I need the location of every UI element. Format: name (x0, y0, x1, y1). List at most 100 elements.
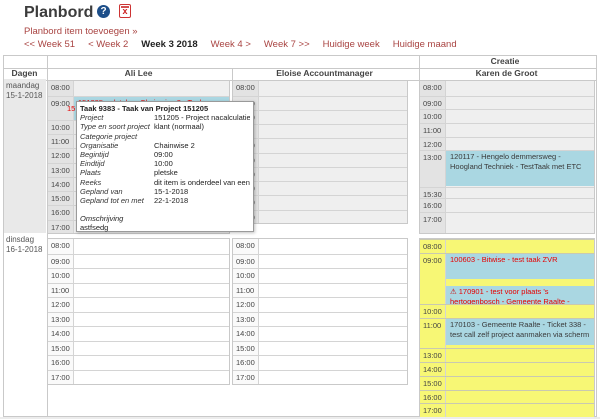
time-slot-row: 15:30 (420, 187, 594, 199)
nav-huidige-maand[interactable]: Huidige maand (393, 39, 457, 50)
schedule-cell[interactable] (74, 284, 229, 297)
time-label: 10:00 (48, 121, 74, 134)
time-slot-row: 11:00 (48, 283, 229, 297)
schedule-cell[interactable] (74, 313, 229, 326)
schedule-cell[interactable] (446, 138, 594, 150)
tooltip-description-label: Omschrijving (80, 214, 124, 224)
schedule-cell[interactable] (259, 182, 407, 195)
schedule-cell[interactable] (74, 239, 229, 254)
time-slot-row: 16:00 (420, 198, 594, 212)
time-label: 16:00 (420, 199, 446, 212)
tooltip-value: dit item is onderdeel van een reeks (154, 177, 250, 187)
excel-export-icon[interactable]: x (119, 4, 131, 18)
time-label: 08:00 (48, 81, 74, 96)
schedule-cell[interactable] (446, 377, 594, 390)
schedule-cell[interactable] (259, 239, 407, 254)
schedule-cell[interactable] (74, 298, 229, 312)
nav-week-back2[interactable]: << Week 51 (24, 39, 75, 50)
schedule-cell[interactable] (446, 81, 594, 96)
schedule-cell[interactable] (446, 97, 594, 109)
schedule-cell[interactable] (74, 255, 229, 268)
schedule-cell[interactable] (74, 371, 229, 384)
time-slot-row: 17:00 (420, 403, 594, 417)
help-icon[interactable]: ? (97, 5, 110, 18)
schedule-cell[interactable] (74, 327, 229, 341)
schedule-cell[interactable] (446, 404, 594, 417)
time-slot-row: 08:00 (420, 81, 594, 96)
time-slot-row: 17:00 (233, 370, 407, 384)
schedule-cell[interactable]: 170103 - Gemeente Raalte - Ticket 338 - … (446, 319, 594, 348)
time-label: 15:00 (48, 342, 74, 355)
schedule-cell[interactable] (259, 196, 407, 210)
event-block[interactable]: ⚠ 170901 - test voor plaats 's hertogenbo… (446, 286, 594, 304)
time-slot-row: 13:00 120117 - Hengelo demmersweg - Hoogl… (420, 150, 594, 187)
schedule-cell[interactable] (259, 111, 407, 124)
schedule-cell[interactable] (446, 124, 594, 137)
schedule-cell[interactable] (446, 240, 594, 253)
time-slot-row: 11:00 (420, 123, 594, 137)
time-label: 10:00 (48, 269, 74, 283)
time-label: 13:00 (420, 349, 446, 362)
schedule-cell[interactable] (259, 255, 407, 268)
schedule-cell[interactable]: 120117 - Hengelo demmersweg - Hoogland T… (446, 151, 594, 187)
week-navigation: << Week 51 < Week 2 Week 3 2018 Week 4 > Wee… (24, 39, 470, 50)
schedule-cell[interactable] (259, 211, 407, 223)
schedule-cell[interactable] (74, 356, 229, 370)
schedule-cell[interactable] (446, 363, 594, 376)
schedule-cell[interactable] (259, 298, 407, 312)
add-planbord-item-link[interactable]: Planbord item toevoegen » (24, 26, 138, 37)
time-slot-row: 12:00 (48, 297, 229, 312)
schedule-cell[interactable] (259, 97, 407, 110)
tooltip-row: Gepland van 15-1-2018 (80, 187, 250, 196)
time-label: 16:00 (233, 356, 259, 370)
schedule-cell[interactable] (446, 391, 594, 403)
nav-week-fwd1[interactable]: Week 4 > (211, 39, 251, 50)
schedule-cell[interactable] (259, 125, 407, 138)
tooltip-row: Type en soort project klant (normaal) (80, 122, 250, 131)
time-slot-row: 11:00 (233, 124, 407, 138)
schedule-cell[interactable] (446, 199, 594, 212)
schedule-cell[interactable] (446, 110, 594, 123)
schedule-cell[interactable] (74, 342, 229, 355)
event-block[interactable]: 120117 - Hengelo demmersweg - Hoogland T… (446, 151, 594, 186)
column-header-ali-lee: Ali Lee (124, 68, 153, 78)
time-slot-row: 12:00 (233, 138, 407, 153)
schedule-cell[interactable] (259, 284, 407, 297)
schedule-cell[interactable] (446, 213, 594, 233)
schedule-cell[interactable] (74, 269, 229, 283)
nav-huidige-week[interactable]: Huidige week (323, 39, 380, 50)
time-slot-row: 15:00 (48, 341, 229, 355)
day-name: dinsdag (6, 235, 35, 244)
schedule-cell[interactable] (259, 356, 407, 370)
schedule-cell[interactable] (74, 81, 229, 96)
time-slot-row: 16:00 (48, 355, 229, 370)
schedule-cell[interactable]: 100603 - Bitwise - test taak ZVR ⚠ 170901 … (446, 254, 594, 304)
schedule-cell[interactable] (446, 349, 594, 362)
time-slot-row: 16:00 (420, 390, 594, 403)
event-block[interactable]: 100603 - Bitwise - test taak ZVR (446, 254, 594, 279)
schedule-cell[interactable] (259, 342, 407, 355)
tooltip-label: Eindtijd (80, 159, 105, 169)
schedule-cell[interactable] (259, 371, 407, 384)
schedule-cell[interactable] (259, 269, 407, 283)
event-text: 120117 - Hengelo demmersweg - Hoogland T… (450, 152, 582, 171)
schedule-cell[interactable] (259, 313, 407, 326)
time-slot-row: 12:00 (233, 297, 407, 312)
time-label: 13:00 (48, 313, 74, 326)
schedule-cell[interactable] (446, 188, 594, 198)
schedule-cell[interactable] (259, 154, 407, 167)
schedule-cell[interactable] (259, 81, 407, 96)
nav-week-fwd2[interactable]: Week 7 >> (264, 39, 310, 50)
schedule-cell[interactable] (259, 327, 407, 341)
event-block[interactable]: 170103 - Gemeente Raalte - Ticket 338 - … (446, 319, 594, 345)
nav-week-back1[interactable]: < Week 2 (88, 39, 128, 50)
time-label: 08:00 (48, 239, 74, 254)
tooltip-label: Begintijd (80, 150, 109, 160)
schedule-cell[interactable] (446, 305, 594, 318)
schedule-cell[interactable] (259, 139, 407, 153)
event-text: 170901 - test voor plaats 's hertogenbos… (450, 287, 570, 304)
time-slot-row: 14:00 (233, 167, 407, 181)
time-slot-row: 11:00 170103 - Gemeente Raalte - Ticket 3… (420, 318, 594, 348)
tooltip-label: Plaats (80, 168, 101, 178)
schedule-cell[interactable] (259, 168, 407, 181)
